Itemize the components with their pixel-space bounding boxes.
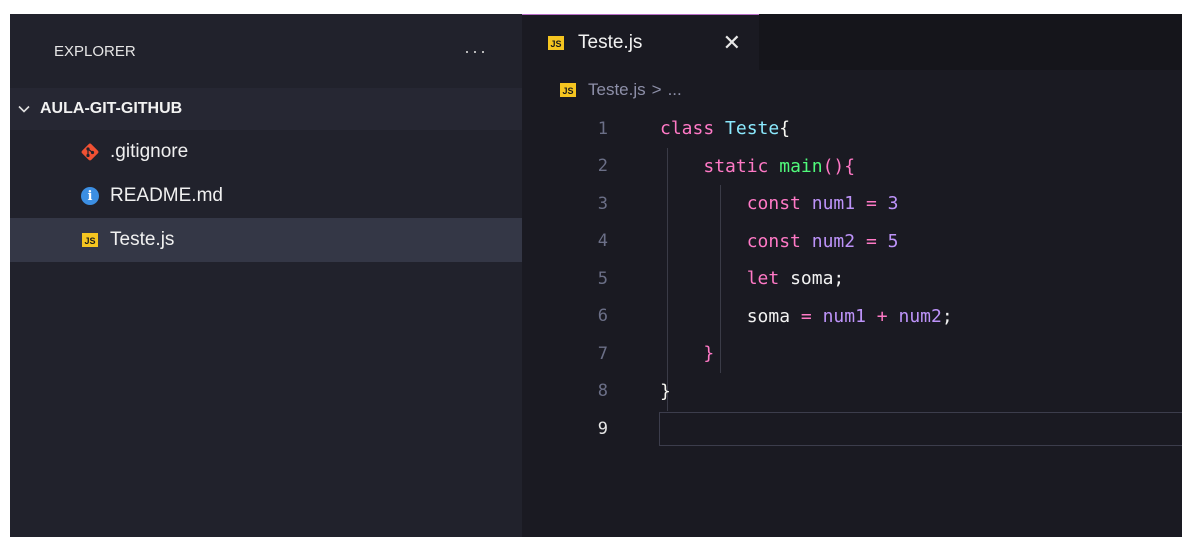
vscode-window: EXPLORER ··· AULA-GIT-GITHUB .gitignore <box>10 14 1182 537</box>
code-line: 5 let soma; <box>522 260 1182 298</box>
line-number: 1 <box>597 118 608 139</box>
tab-bar: JS Teste.js ✕ <box>522 14 1182 70</box>
code-text: soma = num1 + num2; <box>746 305 953 327</box>
code-editor[interactable]: 1 class Teste{ 2 static main(){ 3 const … <box>522 110 1182 448</box>
line-number: 3 <box>597 193 608 214</box>
code-line: 1 class Teste{ <box>522 110 1182 148</box>
tab-teste-js[interactable]: JS Teste.js ✕ <box>522 14 759 70</box>
tab-label: Teste.js <box>578 31 643 53</box>
code-line: 2 static main(){ <box>522 148 1182 186</box>
code-line: 6 soma = num1 + num2; <box>522 298 1182 336</box>
info-icon: i <box>81 187 99 205</box>
code-text: } <box>660 380 671 402</box>
file-item-teste-js[interactable]: JS Teste.js <box>10 218 522 262</box>
breadcrumb-symbols[interactable]: ... <box>668 80 682 100</box>
code-text: } <box>703 343 715 365</box>
code-line: 7 } <box>522 335 1182 373</box>
workspace-folder-name: AULA-GIT-GITHUB <box>40 100 183 117</box>
explorer-sidebar: EXPLORER ··· AULA-GIT-GITHUB .gitignore <box>10 14 522 537</box>
js-file-icon: JS <box>560 83 576 97</box>
line-number: 6 <box>597 306 608 327</box>
code-line-current: 9 <box>522 410 1182 448</box>
explorer-header: EXPLORER ··· <box>10 14 522 88</box>
line-number: 9 <box>597 418 608 439</box>
breadcrumb: JS Teste.js > ... <box>522 70 1182 110</box>
code-line: 4 const num2 = 5 <box>522 223 1182 261</box>
more-actions-icon[interactable]: ··· <box>464 41 488 62</box>
line-number: 8 <box>597 381 608 402</box>
close-icon[interactable]: ✕ <box>723 30 741 56</box>
code-text: static main(){ <box>703 155 856 177</box>
file-item-gitignore[interactable]: .gitignore <box>10 130 522 174</box>
code-line: 8 } <box>522 373 1182 411</box>
file-item-readme[interactable]: i README.md <box>10 174 522 218</box>
file-name: .gitignore <box>110 141 189 162</box>
code-text: const num1 = 3 <box>746 193 899 215</box>
editor-area: JS Teste.js ✕ JS Teste.js > ... 1 class … <box>522 14 1182 537</box>
line-number: 7 <box>597 343 608 364</box>
code-text: let soma; <box>746 268 845 290</box>
code-line: 3 const num1 = 3 <box>522 185 1182 223</box>
js-file-icon: JS <box>548 35 564 50</box>
file-name: Teste.js <box>110 229 175 250</box>
explorer-title: EXPLORER <box>54 42 136 60</box>
code-text: const num2 = 5 <box>746 230 899 252</box>
js-file-icon: JS <box>82 233 98 247</box>
line-number: 2 <box>597 156 608 177</box>
file-name: README.md <box>110 185 223 206</box>
chevron-down-icon <box>18 105 30 113</box>
current-line-highlight <box>659 412 1182 446</box>
breadcrumb-file[interactable]: Teste.js <box>588 80 646 100</box>
breadcrumb-separator: > <box>651 80 662 99</box>
line-number: 4 <box>597 231 608 252</box>
code-text: class Teste{ <box>660 118 791 140</box>
git-icon <box>80 142 100 162</box>
line-number: 5 <box>597 268 608 289</box>
workspace-folder-header[interactable]: AULA-GIT-GITHUB <box>10 88 522 130</box>
